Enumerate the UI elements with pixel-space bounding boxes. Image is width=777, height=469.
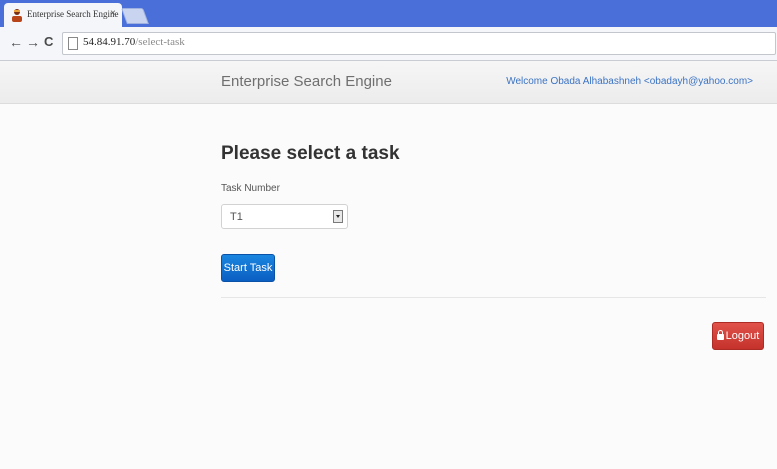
browser-toolbar: ← → C 54.84.91.70/select-task — [0, 27, 777, 61]
page-content: Enterprise Search Engine Welcome Obada A… — [0, 61, 777, 469]
chevron-down-icon — [333, 210, 343, 223]
person-icon — [12, 9, 22, 22]
new-tab-button[interactable] — [121, 8, 149, 24]
reload-icon[interactable]: C — [44, 34, 53, 50]
page-icon — [68, 37, 78, 50]
selected-task-value: T1 — [230, 211, 243, 223]
start-task-button[interactable]: Start Task — [221, 254, 275, 282]
browser-tab[interactable]: Enterprise Search Engine × — [4, 3, 122, 27]
top-navbar: Enterprise Search Engine Welcome Obada A… — [0, 61, 777, 104]
tab-title: Enterprise Search Engine — [27, 9, 119, 19]
tab-strip: Enterprise Search Engine × — [0, 0, 777, 27]
task-number-select[interactable]: T1 — [221, 204, 348, 229]
back-arrow-icon[interactable]: ← — [9, 34, 23, 50]
brand-link[interactable]: Enterprise Search Engine — [221, 73, 392, 90]
url-text: 54.84.91.70/select-task — [83, 36, 185, 48]
address-bar[interactable]: 54.84.91.70/select-task — [62, 32, 776, 55]
task-number-label: Task Number — [221, 183, 280, 194]
url-path: /select-task — [135, 36, 185, 48]
url-host: 54.84.91.70 — [83, 36, 136, 48]
logout-button[interactable]: Logout — [712, 322, 764, 350]
forward-arrow-icon[interactable]: → — [26, 34, 40, 50]
welcome-user-link[interactable]: Welcome Obada Alhabashneh <obadayh@yahoo… — [506, 76, 753, 87]
page-title: Please select a task — [221, 143, 400, 164]
close-icon[interactable]: × — [110, 8, 116, 19]
browser-window: Enterprise Search Engine × ← → C 54.84.9… — [0, 0, 777, 469]
divider — [221, 297, 766, 298]
lock-icon — [716, 330, 724, 340]
logout-label: Logout — [725, 330, 760, 342]
